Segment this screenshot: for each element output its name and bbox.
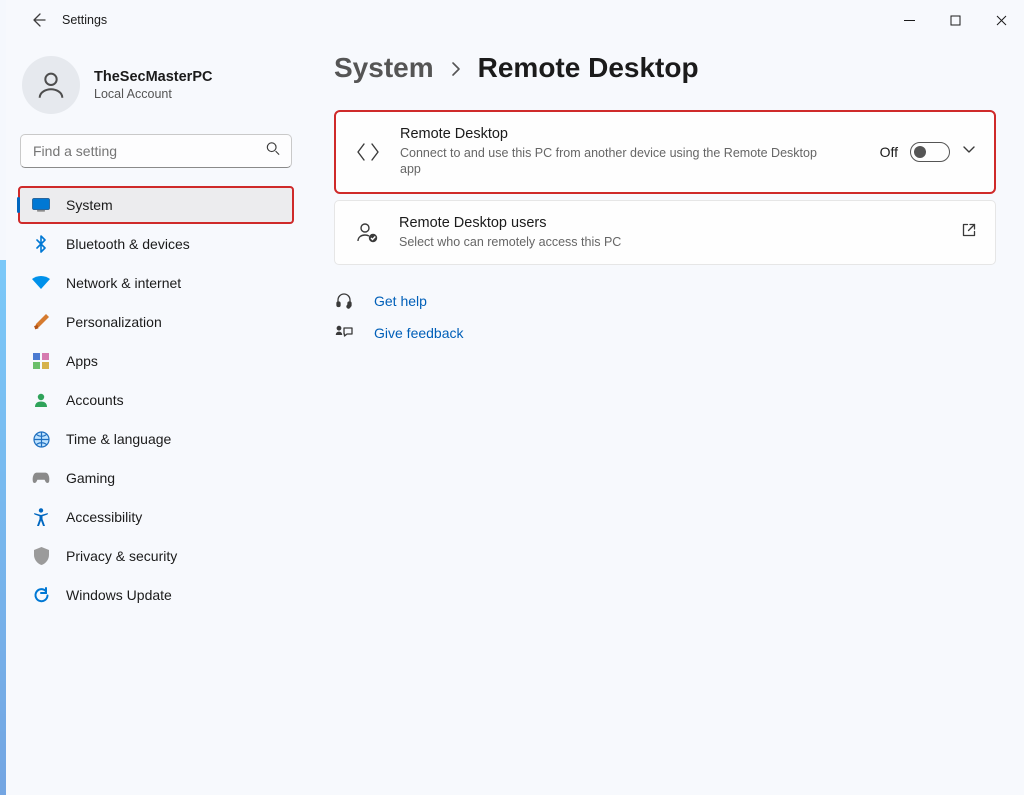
- sidebar: TheSecMasterPC Local Account System: [6, 48, 306, 795]
- sidebar-item-accessibility[interactable]: Accessibility: [18, 498, 294, 536]
- sidebar-item-gaming[interactable]: Gaming: [18, 459, 294, 497]
- sidebar-item-label: System: [66, 197, 113, 213]
- get-help-link[interactable]: Get help: [374, 293, 427, 309]
- window-controls: [886, 0, 1024, 40]
- sidebar-item-update[interactable]: Windows Update: [18, 576, 294, 614]
- sidebar-item-network[interactable]: Network & internet: [18, 264, 294, 302]
- breadcrumb-current: Remote Desktop: [478, 52, 699, 84]
- window-title: Settings: [62, 13, 107, 27]
- chevron-right-icon: [450, 60, 462, 83]
- close-icon: [996, 15, 1007, 26]
- card-title: Remote Desktop users: [399, 215, 943, 231]
- title-bar: Settings: [6, 0, 1024, 40]
- card-text: Remote Desktop Connect to and use this P…: [400, 126, 862, 178]
- search-icon: [266, 142, 280, 161]
- apps-icon: [32, 352, 50, 370]
- sidebar-item-label: Accounts: [66, 392, 124, 408]
- help-links: ? Get help Give feedback: [334, 291, 996, 343]
- expand-button[interactable]: [962, 142, 976, 161]
- get-help-row: ? Get help: [334, 291, 996, 311]
- user-text: TheSecMasterPC Local Account: [94, 69, 212, 101]
- card-description: Connect to and use this PC from another …: [400, 145, 820, 178]
- sidebar-item-bluetooth[interactable]: Bluetooth & devices: [18, 225, 294, 263]
- card-actions: Off: [880, 142, 976, 162]
- sidebar-item-label: Apps: [66, 353, 98, 369]
- chevron-down-icon: [962, 142, 976, 156]
- sidebar-item-accounts[interactable]: Accounts: [18, 381, 294, 419]
- nav-list: System Bluetooth & devices Network & int…: [18, 186, 294, 614]
- main-content: System Remote Desktop Remote Desktop Con…: [306, 48, 1024, 795]
- card-actions: [961, 222, 977, 243]
- sidebar-item-privacy[interactable]: Privacy & security: [18, 537, 294, 575]
- gamepad-icon: [32, 469, 50, 487]
- maximize-icon: [950, 15, 961, 26]
- sidebar-item-label: Bluetooth & devices: [66, 236, 190, 252]
- maximize-button[interactable]: [932, 0, 978, 40]
- search-input[interactable]: [20, 134, 292, 168]
- remote-desktop-icon: [354, 138, 382, 166]
- sidebar-item-time[interactable]: Time & language: [18, 420, 294, 458]
- update-icon: [32, 586, 50, 604]
- sidebar-item-label: Accessibility: [66, 509, 142, 525]
- sidebar-item-label: Network & internet: [66, 275, 181, 291]
- remote-desktop-toggle[interactable]: [910, 142, 950, 162]
- card-description: Select who can remotely access this PC: [399, 234, 819, 250]
- help-headset-icon: ?: [334, 291, 354, 311]
- card-text: Remote Desktop users Select who can remo…: [399, 215, 943, 250]
- user-block[interactable]: TheSecMasterPC Local Account: [18, 48, 294, 132]
- sidebar-item-label: Windows Update: [66, 587, 172, 603]
- toggle-state-label: Off: [880, 144, 898, 160]
- remote-desktop-card[interactable]: Remote Desktop Connect to and use this P…: [334, 110, 996, 194]
- monitor-icon: [32, 196, 50, 214]
- sidebar-item-label: Personalization: [66, 314, 162, 330]
- remote-desktop-users-card[interactable]: Remote Desktop users Select who can remo…: [334, 200, 996, 265]
- accessibility-icon: [32, 508, 50, 526]
- open-external-icon: [961, 222, 977, 238]
- sidebar-item-label: Gaming: [66, 470, 115, 486]
- breadcrumb-parent[interactable]: System: [334, 52, 434, 84]
- back-button[interactable]: [18, 0, 58, 40]
- user-avatar-icon: [34, 68, 68, 102]
- toggle-knob: [914, 146, 926, 158]
- close-button[interactable]: [978, 0, 1024, 40]
- breadcrumb: System Remote Desktop: [334, 52, 996, 84]
- sidebar-item-apps[interactable]: Apps: [18, 342, 294, 380]
- user-name: TheSecMasterPC: [94, 69, 212, 85]
- svg-text:?: ?: [348, 305, 350, 309]
- window-body: TheSecMasterPC Local Account System: [6, 40, 1024, 795]
- person-icon: [32, 391, 50, 409]
- globe-icon: [32, 430, 50, 448]
- bluetooth-icon: [32, 235, 50, 253]
- minimize-icon: [904, 15, 915, 26]
- settings-window: Settings TheSecMasterPC Local Acco: [6, 0, 1024, 795]
- arrow-left-icon: [30, 12, 46, 28]
- sidebar-item-label: Time & language: [66, 431, 171, 447]
- user-account-type: Local Account: [94, 87, 212, 101]
- wifi-icon: [32, 274, 50, 292]
- feedback-icon: [334, 323, 354, 343]
- users-check-icon: [353, 218, 381, 246]
- minimize-button[interactable]: [886, 0, 932, 40]
- give-feedback-row: Give feedback: [334, 323, 996, 343]
- brush-icon: [32, 313, 50, 331]
- card-title: Remote Desktop: [400, 126, 862, 142]
- open-external-button[interactable]: [961, 222, 977, 243]
- sidebar-item-personalization[interactable]: Personalization: [18, 303, 294, 341]
- search-box: [20, 134, 292, 168]
- shield-icon: [32, 547, 50, 565]
- give-feedback-link[interactable]: Give feedback: [374, 325, 464, 341]
- avatar: [22, 56, 80, 114]
- sidebar-item-system[interactable]: System: [18, 186, 294, 224]
- sidebar-item-label: Privacy & security: [66, 548, 177, 564]
